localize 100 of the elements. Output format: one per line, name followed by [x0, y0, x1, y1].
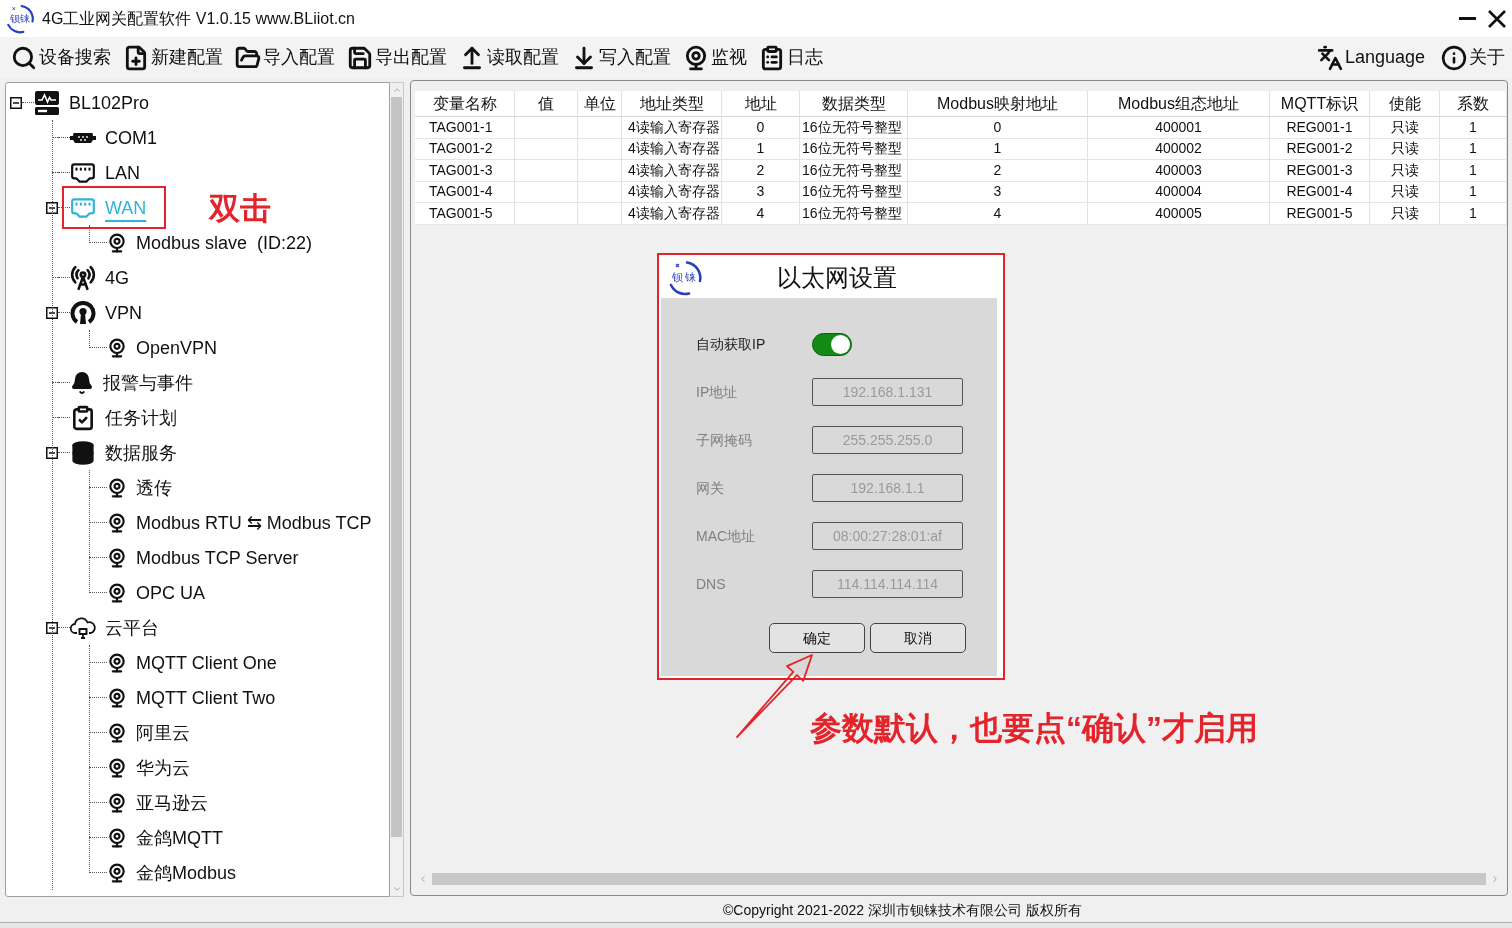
webcam-icon — [107, 232, 127, 253]
toolbar-button[interactable]: 监视 — [683, 40, 747, 75]
tree-item[interactable]: 金鸽MQTT — [136, 826, 223, 849]
table-cell: REG001-5 — [1270, 203, 1370, 224]
tree-item[interactable]: OPC UA — [136, 581, 205, 604]
collapse-icon[interactable] — [46, 201, 58, 214]
column-header[interactable]: 数据类型 — [800, 91, 908, 116]
toolbar-button[interactable]: 导出配置 — [347, 40, 447, 75]
toggle-switch[interactable] — [812, 332, 852, 356]
column-header[interactable]: 变量名称 — [415, 91, 515, 116]
scroll-down-icon — [391, 884, 402, 894]
webcam-icon — [107, 722, 127, 743]
vertical-scrollbar[interactable] — [390, 82, 404, 897]
field-label: MAC地址 — [696, 526, 757, 546]
info-icon — [1441, 44, 1467, 71]
tree-item[interactable]: Modbus TCP Server — [136, 546, 299, 569]
collapse-icon[interactable] — [46, 621, 58, 634]
toolbar-button[interactable]: 导入配置 — [235, 40, 335, 75]
table-cell: 16位无符号整型 — [800, 117, 908, 138]
company-logo: 钡铼 — [667, 259, 703, 296]
table-cell: 16位无符号整型 — [800, 138, 908, 159]
tree-item[interactable]: COM1 — [105, 126, 157, 149]
collapse-icon[interactable] — [46, 306, 58, 319]
table-cell: TAG001-3 — [415, 160, 515, 181]
table-cell: 16位无符号整型 — [800, 203, 908, 224]
table-cell: 2 — [908, 160, 1088, 181]
tree-item[interactable]: 华为云 — [136, 756, 190, 779]
field-label: 子网掩码 — [696, 430, 753, 450]
toolbar-button[interactable]: 日志 — [759, 40, 823, 75]
column-header[interactable]: Modbus组态地址 — [1088, 91, 1270, 116]
table-cell: 只读 — [1370, 203, 1440, 224]
webcam-icon — [683, 44, 709, 71]
minimize-icon — [1458, 17, 1476, 20]
collapse-icon[interactable] — [46, 446, 58, 459]
column-header[interactable]: 系数 — [1440, 91, 1507, 116]
column-header[interactable]: 值 — [515, 91, 578, 116]
toolbar-button[interactable]: 读取配置 — [459, 40, 559, 75]
toolbar-button[interactable]: 写入配置 — [571, 40, 671, 75]
table-cell: REG001-4 — [1270, 181, 1370, 202]
column-header[interactable]: Modbus映射地址 — [908, 91, 1088, 116]
folder-icon — [235, 44, 261, 71]
annotation-text: 参数默认，也要点“确认”才启用 — [810, 712, 1258, 744]
table-cell: 400002 — [1088, 138, 1270, 159]
table-cell: 4 — [908, 203, 1088, 224]
dialog-button[interactable]: 确定 — [769, 623, 865, 653]
tree-item[interactable]: 透传 — [136, 476, 172, 499]
table-cell: 400003 — [1088, 160, 1270, 181]
table-cell: 只读 — [1370, 117, 1440, 138]
toolbar-button[interactable]: 设备搜索 — [11, 40, 111, 75]
tree-item[interactable]: OpenVPN — [136, 336, 218, 359]
webcam-icon — [107, 512, 127, 533]
webcam-icon — [107, 862, 127, 883]
tree-item[interactable]: VPN — [105, 301, 142, 324]
table-cell: REG001-1 — [1270, 117, 1370, 138]
field-label: 自动获取IP — [696, 334, 767, 354]
tree-item[interactable]: LAN — [105, 161, 140, 184]
annotation-text: 双击 — [209, 193, 271, 224]
tree-item[interactable]: 数据服务 — [105, 441, 177, 464]
webcam-icon — [107, 792, 127, 813]
field-label: 网关 — [696, 478, 725, 498]
table-cell: REG001-2 — [1270, 138, 1370, 159]
tree-item[interactable]: BL102Pro — [69, 91, 150, 114]
tree-item[interactable]: 任务计划 — [105, 406, 177, 429]
column-header[interactable]: 单位 — [578, 91, 622, 116]
table-cell: 1 — [1440, 138, 1507, 159]
column-header[interactable]: 地址 — [722, 91, 800, 116]
tree-item[interactable]: 金鸽Modbus — [136, 861, 237, 884]
table-cell: 400004 — [1088, 181, 1270, 202]
tree-item[interactable]: MQTT Client One — [136, 651, 277, 674]
collapse-icon[interactable] — [10, 96, 22, 109]
table-cell: 400001 — [1088, 117, 1270, 138]
table-cell: TAG001-1 — [415, 117, 515, 138]
tree-item[interactable]: 报警与事件 — [103, 371, 193, 394]
clipboard-check-icon — [70, 404, 96, 431]
column-header[interactable]: MQTT标识 — [1270, 91, 1370, 116]
tree-item[interactable]: 亚马逊云 — [136, 791, 208, 814]
webcam-icon — [107, 582, 127, 603]
toolbar-button[interactable]: 新建配置 — [123, 40, 223, 75]
copyright-text: ©Copyright 2021-2022 深圳市钡铼技术有限公司 版权所有 — [723, 900, 1082, 920]
table-cell: TAG001-4 — [415, 181, 515, 202]
table-cell: 2 — [722, 160, 800, 181]
serial-port-icon — [70, 131, 96, 144]
tree-item[interactable]: Modbus slave (ID:22) — [136, 231, 313, 254]
toolbar-button[interactable]: 关于 — [1441, 40, 1505, 75]
tree-item[interactable]: 阿里云 — [136, 721, 190, 744]
tree-item[interactable]: 4G — [105, 266, 129, 289]
tree-item[interactable]: MQTT Client Two — [136, 686, 276, 709]
tree-item[interactable]: 云平台 — [105, 616, 159, 639]
table-cell: 只读 — [1370, 138, 1440, 159]
table-cell: 4读输入寄存器 — [622, 160, 722, 181]
toolbar-button[interactable]: Language — [1316, 40, 1425, 75]
table-cell: 只读 — [1370, 181, 1440, 202]
column-header[interactable]: 使能 — [1370, 91, 1440, 116]
file-plus-icon — [123, 44, 149, 71]
tree-item[interactable]: Modbus RTU ⇆ Modbus TCP — [136, 511, 372, 534]
translate-icon — [1316, 44, 1343, 71]
field-label: DNS — [696, 574, 727, 594]
column-header[interactable]: 地址类型 — [622, 91, 722, 116]
table-cell: 1 — [1440, 160, 1507, 181]
dialog-button[interactable]: 取消 — [870, 623, 966, 653]
